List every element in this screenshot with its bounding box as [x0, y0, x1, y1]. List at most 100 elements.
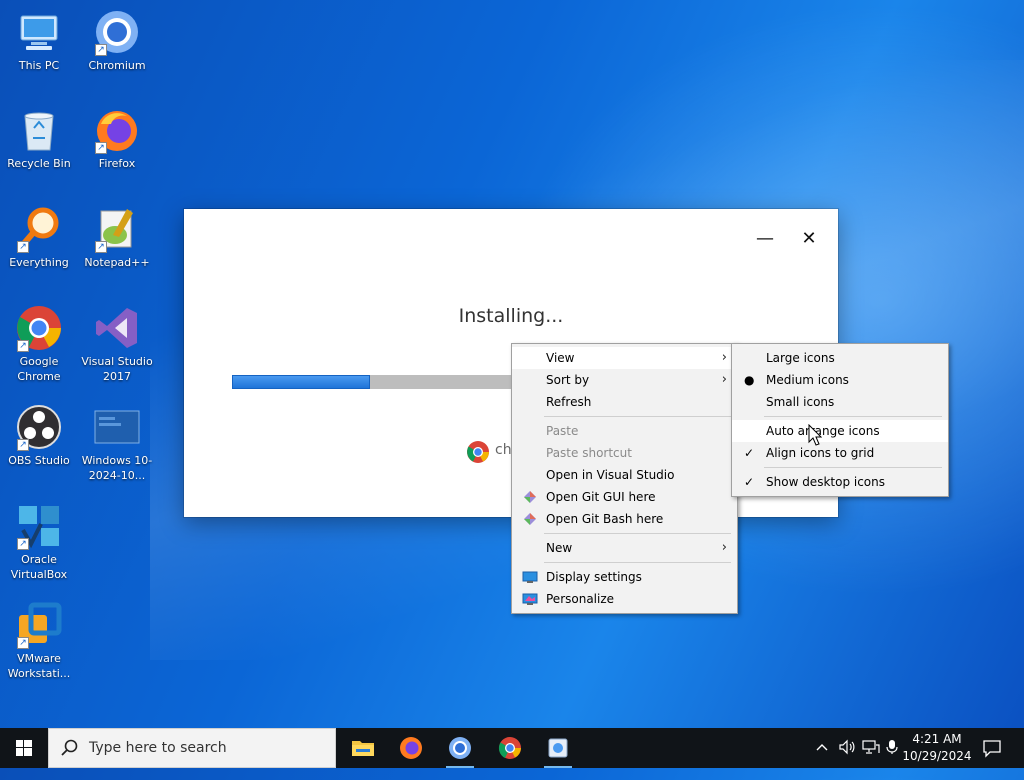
chrome-icon: [498, 737, 521, 759]
taskbar-chrome[interactable]: [490, 732, 530, 764]
menu-item-label: Medium icons: [766, 373, 849, 387]
menu-item-medium-icons[interactable]: ● Medium icons: [732, 369, 948, 391]
image-file-icon: [93, 403, 141, 451]
menu-item-label: Auto arrange icons: [766, 424, 880, 438]
taskbar-search-box[interactable]: Type here to search: [48, 728, 336, 768]
desktop-icon-windows-screenshot[interactable]: Windows 10-2024-10...: [78, 403, 156, 483]
menu-item-label: Align icons to grid: [766, 446, 875, 460]
desktop-icon-vmware[interactable]: ↗ VMware Workstati...: [0, 601, 78, 681]
git-bash-icon: [524, 513, 536, 525]
desktop-icon-recycle-bin[interactable]: Recycle Bin: [0, 106, 78, 171]
desktop-context-menu: View › Sort by › Refresh Paste Paste short…: [511, 343, 738, 614]
desktop-icon-label: Google Chrome: [17, 355, 61, 383]
desktop-icon-notepadpp[interactable]: ↗ Notepad++: [78, 205, 156, 270]
vmware-icon: ↗: [15, 601, 63, 649]
menu-item-open-in-visual-studio[interactable]: Open in Visual Studio: [512, 464, 737, 486]
shortcut-arrow-icon: ↗: [17, 340, 29, 352]
desktop-icon-label: VMware Workstati...: [7, 652, 71, 680]
taskbar-firefox[interactable]: [391, 732, 431, 764]
desktop-icon-label: Oracle VirtualBox: [10, 553, 68, 581]
chromium-icon: ↗: [93, 8, 141, 56]
desktop-icon-obs-studio[interactable]: ↗ OBS Studio: [0, 403, 78, 468]
chromium-icon: [449, 737, 471, 759]
menu-item-label: Paste shortcut: [546, 446, 632, 460]
desktop-icon-oracle-virtualbox[interactable]: ↗ Oracle VirtualBox: [0, 502, 78, 582]
installer-icon: [548, 738, 568, 758]
chrome-icon: ↗: [15, 304, 63, 352]
desktop-icon-label: This PC: [18, 59, 60, 72]
taskbar: Type here to search 4:21 AM 10/29/2024: [0, 728, 1024, 768]
desktop-icon-google-chrome[interactable]: ↗ Google Chrome: [0, 304, 78, 384]
minimize-button[interactable]: —: [753, 227, 777, 251]
action-center-button[interactable]: [980, 736, 1004, 760]
install-progress-fill: [232, 375, 370, 389]
menu-separator: [764, 416, 942, 417]
menu-item-small-icons[interactable]: Small icons: [732, 391, 948, 413]
shortcut-arrow-icon: ↗: [17, 637, 29, 649]
menu-item-refresh[interactable]: Refresh: [512, 391, 737, 413]
windows-logo-icon: [16, 740, 32, 756]
menu-item-personalize[interactable]: Personalize: [512, 588, 737, 610]
radio-dot-icon: ●: [744, 373, 755, 387]
desktop-icon-everything[interactable]: ↗ Everything: [0, 205, 78, 270]
menu-item-paste-shortcut[interactable]: Paste shortcut: [512, 442, 737, 464]
menu-item-auto-arrange-icons[interactable]: Auto arrange icons: [732, 420, 948, 442]
taskbar-installer[interactable]: [538, 732, 578, 768]
menu-item-label: View: [546, 351, 575, 365]
obs-studio-icon: ↗: [15, 403, 63, 451]
menu-item-label: Personalize: [546, 592, 615, 606]
volume-icon[interactable]: [838, 739, 856, 779]
menu-item-label: Sort by: [546, 373, 590, 387]
menu-item-label: Refresh: [546, 395, 592, 409]
search-icon: [61, 739, 78, 756]
menu-item-align-icons-to-grid[interactable]: ✓ Align icons to grid: [732, 442, 948, 464]
network-icon[interactable]: [862, 739, 880, 779]
menu-item-view[interactable]: View ›: [512, 347, 737, 369]
search-placeholder: Type here to search: [89, 740, 227, 756]
menu-item-label: Open in Visual Studio: [546, 468, 675, 482]
shortcut-arrow-icon: ↗: [17, 241, 29, 253]
personalize-icon: [522, 593, 538, 605]
clock-date: 10/29/2024: [902, 749, 972, 763]
show-hidden-icons-chevron-icon[interactable]: [815, 740, 829, 780]
taskbar-clock[interactable]: 4:21 AM 10/29/2024: [902, 731, 972, 765]
file-explorer-icon: [352, 741, 374, 756]
desktop-icon-label: Chromium: [88, 59, 146, 72]
firefox-icon: [400, 737, 422, 759]
notepad-plus-plus-icon: ↗: [93, 205, 141, 253]
menu-item-open-git-bash[interactable]: Open Git Bash here: [512, 508, 737, 530]
firefox-icon: ↗: [93, 106, 141, 154]
desktop-icon-visual-studio[interactable]: Visual Studio 2017: [78, 304, 156, 384]
shortcut-arrow-icon: ↗: [95, 241, 107, 253]
brand-text: ch: [495, 442, 512, 458]
recycle-bin-icon: [15, 106, 63, 154]
desktop-icon-label: Visual Studio 2017: [81, 355, 153, 383]
menu-item-paste[interactable]: Paste: [512, 420, 737, 442]
menu-item-sort-by[interactable]: Sort by ›: [512, 369, 737, 391]
desktop-icon-label: Everything: [9, 256, 69, 269]
mouse-cursor-icon: [808, 424, 822, 446]
desktop-icon-this-pc[interactable]: This PC: [0, 8, 78, 73]
desktop-icon-label: OBS Studio: [8, 454, 70, 467]
desktop-icon-label: Firefox: [98, 157, 136, 170]
this-pc-icon: [15, 8, 63, 56]
desktop-icon-label: Windows 10-2024-10...: [81, 454, 153, 482]
microphone-icon[interactable]: [886, 739, 898, 779]
menu-item-label: Small icons: [766, 395, 835, 409]
chevron-right-icon: ›: [721, 350, 727, 365]
desktop-icon-label: Recycle Bin: [7, 157, 71, 170]
menu-item-new[interactable]: New ›: [512, 537, 737, 559]
shortcut-arrow-icon: ↗: [95, 44, 107, 56]
taskbar-file-explorer[interactable]: [343, 732, 383, 764]
menu-item-label: Open Git GUI here: [546, 490, 656, 504]
menu-item-open-git-gui[interactable]: Open Git GUI here: [512, 486, 737, 508]
menu-item-large-icons[interactable]: Large icons: [732, 347, 948, 369]
shortcut-arrow-icon: ↗: [17, 439, 29, 451]
menu-item-display-settings[interactable]: Display settings: [512, 566, 737, 588]
menu-item-show-desktop-icons[interactable]: ✓ Show desktop icons: [732, 471, 948, 493]
start-button[interactable]: [0, 728, 48, 768]
desktop-icon-firefox[interactable]: ↗ Firefox: [78, 106, 156, 171]
desktop-icon-chromium[interactable]: ↗ Chromium: [78, 8, 156, 73]
close-button[interactable]: ✕: [797, 227, 821, 251]
taskbar-chromium[interactable]: [440, 732, 480, 768]
